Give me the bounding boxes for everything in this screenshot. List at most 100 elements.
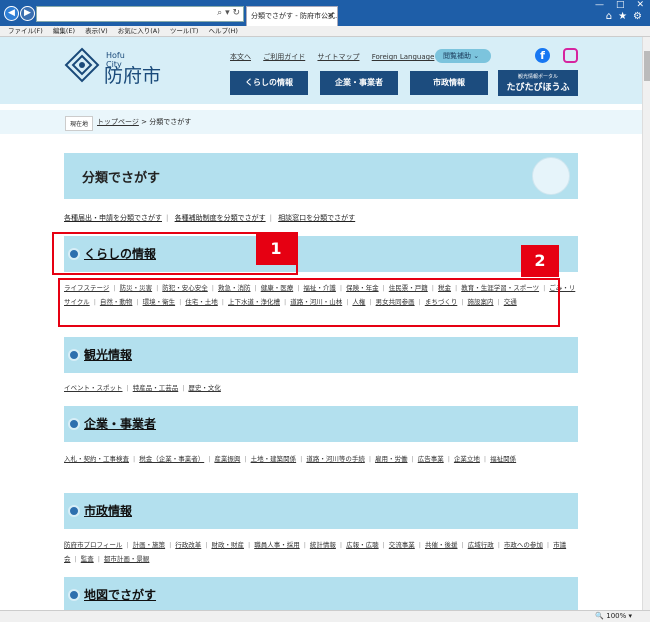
sub-category-links: 各種届出・申請を分類でさがす | 各種補助制度を分類でさがす | 相談窓口を分類でさ… [64,213,359,223]
link-separator: | [303,541,306,549]
link-separator: | [461,541,464,549]
menu-view[interactable]: 表示(V) [85,27,108,35]
category-link[interactable]: 市政への参加 [504,541,543,549]
site-logo[interactable]: Hofu City 防府市 [64,47,161,87]
annotation-number-2: 2 [521,245,559,277]
tourism-portal-title: たびたびほうふ [506,83,570,93]
category-link[interactable]: 職員人事・採用 [254,541,300,549]
category-link[interactable]: 雇用・労働 [375,455,408,463]
category-link[interactable]: 広報・広聴 [346,541,379,549]
accessibility-button[interactable]: 閲覧補助 ⌄ [435,49,491,63]
section-emblem-icon [68,418,80,430]
scrollbar-thumb[interactable] [644,51,650,81]
link-separator: | [74,555,77,563]
vertical-scrollbar[interactable] [642,37,650,610]
search-refresh-icons[interactable]: ⌕ ▾ ↻ [217,8,240,18]
sitemap-link[interactable]: サイトマップ [317,53,359,61]
browser-tab[interactable]: 分類でさがす - 防府市公式... ✕ [246,6,338,26]
applications-by-category-link[interactable]: 各種届出・申請を分類でさがす [64,214,162,222]
link-separator: | [269,214,272,222]
section-title[interactable]: 地図でさがす [84,586,156,603]
page-title: 分類でさがす [82,171,161,186]
category-link[interactable]: 入札・契約・工事検査 [64,455,129,463]
category-link[interactable]: 税金（企業・事業者） [139,455,204,463]
usage-guide-link[interactable]: ご利用ガイド [263,53,305,61]
menu-help[interactable]: ヘルプ(H) [209,27,238,35]
section-tourism: 観光情報 [64,337,578,373]
browser-titlebar: ◀ ▶ ⌕ ▾ ↻ 分類でさがす - 防府市公式... ✕ — □ ✕ ⌂ ★ ⚙ [0,0,650,26]
settings-gear-icon[interactable]: ⚙ [633,11,642,22]
city-emblem-icon [64,47,100,83]
section-title[interactable]: 市政情報 [84,502,132,519]
category-link[interactable]: イベント・スポット [64,384,123,392]
category-link[interactable]: 財政・財産 [211,541,244,549]
category-link[interactable]: 行政改革 [175,541,201,549]
favorites-star-icon[interactable]: ★ [618,11,627,22]
back-icon[interactable]: ◀ [4,6,19,21]
chevron-down-icon: ⌄ [473,52,480,60]
facebook-icon[interactable]: f [535,48,550,63]
category-link[interactable]: 共催・後援 [425,541,458,549]
section-emblem-icon [68,349,80,361]
foreign-language-link[interactable]: Foreign Language [372,53,435,61]
breadcrumb-top-link[interactable]: トップページ [97,118,139,126]
link-separator: | [182,384,185,392]
category-link[interactable]: 防府市プロフィール [64,541,122,549]
maximize-icon[interactable]: □ [616,0,625,10]
tab-title: 分類でさがす - 防府市公式... [251,12,338,20]
menu-file[interactable]: ファイル(F) [8,27,43,35]
close-tab-icon[interactable]: ✕ [327,11,334,20]
section-title[interactable]: 企業・事業者 [84,415,156,432]
link-separator: | [244,455,247,463]
section-title[interactable]: 観光情報 [84,346,132,363]
nav-business[interactable]: 企業・事業者 [320,71,398,95]
home-icon[interactable]: ⌂ [606,11,612,22]
category-link[interactable]: 産業振興 [214,455,240,463]
category-link[interactable]: 歴史・文化 [188,384,221,392]
section-emblem-icon [68,589,80,601]
menu-tools[interactable]: ツール(T) [170,27,199,35]
zoom-level[interactable]: 🔍 100% ▾ [595,612,632,620]
menu-favorites[interactable]: お気に入り(A) [118,27,160,35]
category-link[interactable]: 道路・河川等の手続 [306,455,365,463]
link-separator: | [208,455,211,463]
link-separator: | [133,455,136,463]
breadcrumb-here-label: 現在地 [65,116,94,131]
skip-to-content-link[interactable]: 本文へ [230,53,251,61]
accessibility-button-label: 閲覧補助 [443,52,471,60]
link-separator: | [126,541,129,549]
category-link[interactable]: 都市計画・景観 [104,555,150,563]
category-link[interactable]: 交流事業 [389,541,415,549]
instagram-icon[interactable] [563,48,578,63]
page-content: Hofu City 防府市 本文へ ご利用ガイド サイトマップ Foreign … [0,37,642,610]
nav-tourism-portal[interactable]: 観光情報ポータル たびたびほうふ [498,70,578,96]
link-separator: | [447,455,450,463]
category-link[interactable]: 土地・建築関係 [251,455,297,463]
browser-tools: ⌂ ★ ⚙ [600,11,642,22]
link-separator: | [382,541,385,549]
consultation-by-category-link[interactable]: 相談窓口を分類でさがす [278,214,355,222]
minimize-icon[interactable]: — [595,0,604,10]
nav-living-info[interactable]: くらしの情報 [230,71,308,95]
tourism-portal-subtitle: 観光情報ポータル [517,74,558,80]
link-separator: | [483,455,487,463]
category-link[interactable]: 広域行政 [468,541,494,549]
forward-icon[interactable]: ▶ [20,6,35,21]
section-links-tourism: イベント・スポット | 特産品・工芸品 | 歴史・文化 [64,381,578,395]
link-separator: | [418,541,421,549]
category-link[interactable]: 監査 [81,555,94,563]
category-link[interactable]: 計画・施策 [133,541,166,549]
category-link[interactable]: 企業立地 [454,455,480,463]
category-link[interactable]: 福祉関係 [490,455,516,463]
link-separator: | [247,541,251,549]
close-icon[interactable]: ✕ [636,0,644,10]
section-links-city-info: 防府市プロフィール | 計画・施策 | 行政改革 | 財政・財産 | 職員人事・採用 | 統計情報 |… [64,538,578,566]
category-link[interactable]: 広告事業 [418,455,444,463]
menu-edit[interactable]: 編集(E) [53,27,75,35]
nav-city-info[interactable]: 市政情報 [410,71,488,95]
link-separator: | [126,384,129,392]
category-link[interactable]: 特産品・工芸品 [133,384,179,392]
address-bar[interactable]: ⌕ ▾ ↻ [36,6,244,22]
subsidies-by-category-link[interactable]: 各種補助制度を分類でさがす [175,214,266,222]
category-link[interactable]: 統計情報 [310,541,336,549]
